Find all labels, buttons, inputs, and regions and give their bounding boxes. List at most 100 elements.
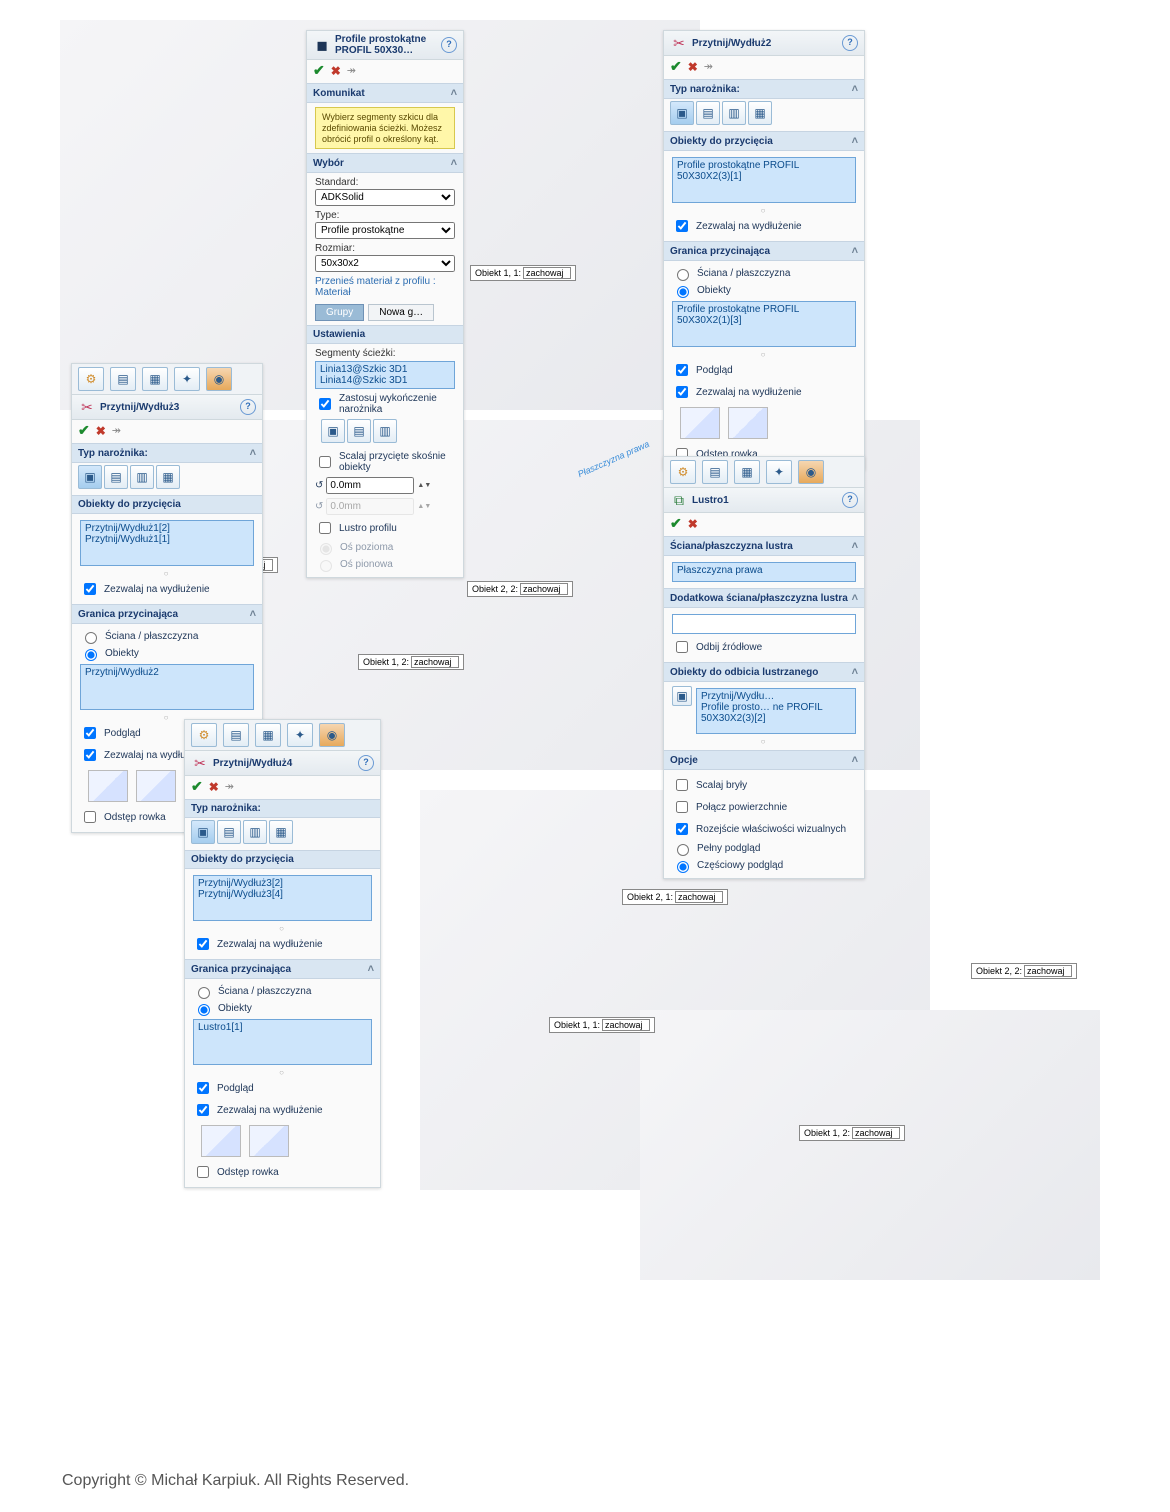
callout-input[interactable] [520,583,568,595]
corner-type-2[interactable]: ▤ [696,101,720,125]
toolbar-icon-5[interactable]: ◉ [798,460,824,484]
ok-button[interactable]: ✔ [191,778,203,795]
corner-type-1[interactable]: ▣ [670,101,694,125]
section-komunikat[interactable]: Komunikat˄ [307,83,463,103]
full-preview-radio[interactable] [677,844,689,856]
list-item[interactable]: Przytnij/Wydłu… [701,691,851,702]
help-icon[interactable]: ? [842,492,858,508]
section-cornertype[interactable]: Typ narożnika:˄ [72,443,262,463]
preview-thumb-2[interactable] [249,1125,289,1157]
objects-list[interactable]: Przytnij/Wydłuż3[2] Przytnij/Wydłuż3[4] [193,875,372,921]
face-radio[interactable] [198,987,210,999]
corner-type-2[interactable]: ▤ [104,465,128,489]
list-item[interactable]: Linia14@Szkic 3D1 [320,375,450,386]
list-item[interactable]: Profile prostokątne PROFIL 50X30X2(3)[1] [677,160,851,182]
list-item[interactable]: Lustro1[1] [198,1022,367,1033]
toolbar-icon-3[interactable]: ▦ [734,460,760,484]
section-mirror-objects[interactable]: Obiekty do odbicia lustrzanego˄ [664,662,864,682]
section-objects[interactable]: Obiekty do przycięcia [185,850,380,869]
callout-1[interactable]: Obiekt 1, 1: [470,265,576,281]
cancel-button[interactable]: ✖ [96,424,106,438]
toolbar-icon-1[interactable]: ⚙ [78,367,104,391]
list-item[interactable]: Przytnij/Wydłuż3[2] [198,878,367,889]
list-item[interactable]: Płaszczyzna prawa [677,565,851,576]
corner-type-3[interactable]: ▥ [130,465,154,489]
groups-button[interactable]: Grupy [315,304,364,321]
toolbar-icon-2[interactable]: ▤ [223,723,249,747]
allow-extend2-checkbox[interactable] [676,386,688,398]
allow-extend2-checkbox[interactable] [84,749,96,761]
mirror-src-checkbox[interactable] [676,641,688,653]
toolbar-icon-1[interactable]: ⚙ [670,460,696,484]
merge-solids-checkbox[interactable] [676,779,688,791]
obj-radio[interactable] [677,286,689,298]
corner-type-1[interactable]: ▣ [191,820,215,844]
section-cornertype[interactable]: Typ narożnika: [185,799,380,818]
corner-type-3[interactable]: ▥ [722,101,746,125]
preview-checkbox[interactable] [676,364,688,376]
help-icon[interactable]: ? [240,399,256,415]
section-boundary[interactable]: Granica przycinająca˄ [185,959,380,979]
toolbar-icon-5[interactable]: ◉ [319,723,345,747]
sec-plane-list[interactable] [672,614,856,634]
obj-radio[interactable] [198,1004,210,1016]
list-item[interactable]: Profile prosto… ne PROFIL 50X30X2(3)[2] [701,702,851,724]
objects-list[interactable]: Profile prostokątne PROFIL 50X30X2(3)[1] [672,157,856,203]
callout-input[interactable] [1024,965,1072,977]
plane-list[interactable]: Płaszczyzna prawa [672,562,856,582]
ok-button[interactable]: ✔ [670,58,682,75]
corner-icon-3[interactable]: ▥ [373,419,397,443]
help-icon[interactable]: ? [842,35,858,51]
section-mirror-plane[interactable]: Ściana/płaszczyzna lustra˄ [664,536,864,556]
preview-thumb-1[interactable] [680,407,720,439]
objects-list[interactable]: Przytnij/Wydłuż1[2] Przytnij/Wydłuż1[1] [80,520,254,566]
corner-checkbox[interactable] [319,398,331,410]
corner-type-3[interactable]: ▥ [243,820,267,844]
toolbar-icon-4[interactable]: ✦ [287,723,313,747]
help-icon[interactable]: ? [441,37,457,53]
callout-7[interactable]: Obiekt 2, 1: [622,889,728,905]
resizer[interactable]: ○ [193,1067,372,1077]
list-item[interactable]: Przytnij/Wydłuż2 [85,667,249,678]
mirror-profile-checkbox[interactable] [319,522,331,534]
standard-select[interactable]: ADKSolid [315,189,455,206]
list-item[interactable]: Przytnij/Wydłuż1[1] [85,534,249,545]
corner-type-1[interactable]: ▣ [78,465,102,489]
preview-thumb-2[interactable] [136,770,176,802]
visual-props-checkbox[interactable] [676,823,688,835]
allow-extend-checkbox[interactable] [84,583,96,595]
face-radio[interactable] [85,632,97,644]
type-select[interactable]: Profile prostokątne [315,222,455,239]
help-icon[interactable]: ? [358,755,374,771]
section-boundary[interactable]: Granica przycinająca˄ [664,241,864,261]
resizer[interactable]: ○ [672,205,856,215]
toolbar-icon-2[interactable]: ▤ [110,367,136,391]
segments-list[interactable]: Linia13@Szkic 3D1 Linia14@Szkic 3D1 [315,361,455,389]
gap-checkbox[interactable] [84,811,96,823]
new-group-button[interactable]: Nowa g… [368,304,434,321]
corner-type-4[interactable]: ▦ [156,465,180,489]
preview-thumb-2[interactable] [728,407,768,439]
preview-checkbox[interactable] [84,727,96,739]
partial-preview-radio[interactable] [677,861,689,873]
callout-10[interactable]: Obiekt 1, 2: [799,1125,905,1141]
toolbar-icon-3[interactable]: ▦ [255,723,281,747]
callout-input[interactable] [523,267,571,279]
toolbar-icon-1[interactable]: ⚙ [191,723,217,747]
preview-thumb-1[interactable] [201,1125,241,1157]
corner-icon-1[interactable]: ▣ [321,419,345,443]
allow-extend2-checkbox[interactable] [197,1104,209,1116]
face-radio[interactable] [677,269,689,281]
boundary-list[interactable]: Przytnij/Wydłuż2 [80,664,254,710]
preview-checkbox[interactable] [197,1082,209,1094]
merge-checkbox[interactable] [319,456,331,468]
corner-type-2[interactable]: ▤ [217,820,241,844]
callout-5[interactable]: Obiekt 2, 2: [467,581,573,597]
spinner[interactable]: ▲▼ [417,482,431,489]
resizer[interactable]: ○ [193,923,372,933]
callout-9[interactable]: Obiekt 2, 2: [971,963,1077,979]
toolbar-icon-5[interactable]: ◉ [206,367,232,391]
section-cornertype[interactable]: Typ narożnika:˄ [664,79,864,99]
cancel-button[interactable]: ✖ [331,64,341,78]
section-options[interactable]: Opcje˄ [664,750,864,770]
